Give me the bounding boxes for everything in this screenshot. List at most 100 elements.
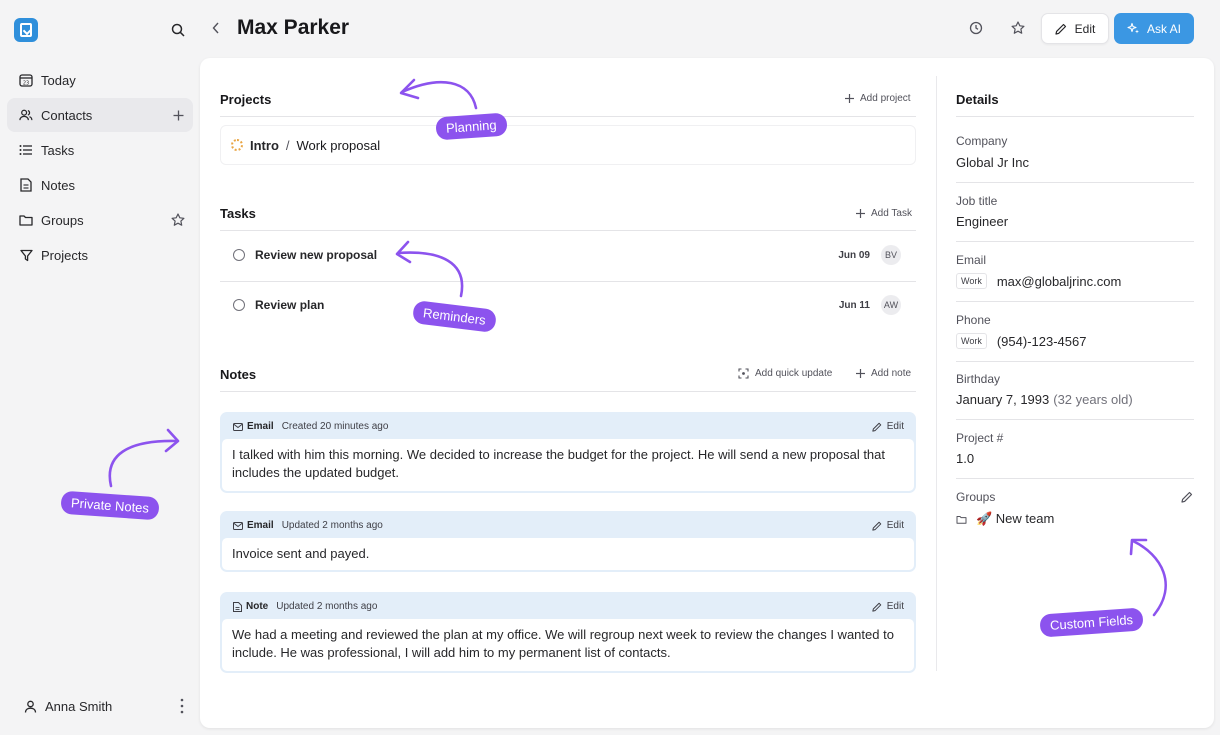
email-value: max@globaljrinc.com: [996, 273, 1122, 289]
divider: [956, 419, 1194, 420]
note-card[interactable]: Note Updated 2 months ago Edit We had a …: [220, 592, 916, 673]
sidebar-item-contacts[interactable]: Contacts: [7, 98, 193, 132]
edit-button-label: Edit: [1074, 21, 1096, 36]
folder-icon: [956, 515, 967, 524]
task-label: Review new proposal: [255, 248, 378, 262]
star-icon[interactable]: [1008, 18, 1028, 38]
divider: [956, 301, 1194, 302]
avatar[interactable]: AW: [881, 295, 901, 315]
add-note-label: Add note: [871, 368, 912, 379]
email-type-tag: Work: [956, 273, 987, 289]
task-checkbox[interactable]: [233, 249, 245, 261]
ask-ai-button[interactable]: Ask AI: [1114, 13, 1194, 44]
project-item[interactable]: Intro / Work proposal: [220, 125, 916, 165]
add-project-button[interactable]: Add project: [845, 93, 911, 104]
projects-title: Projects: [220, 92, 272, 107]
email-field[interactable]: Work max@globaljrinc.com: [956, 273, 1121, 289]
tasks-title: Tasks: [220, 206, 256, 221]
project-number-value[interactable]: 1.0: [956, 451, 974, 466]
sidebar-item-tasks[interactable]: Tasks: [7, 133, 193, 167]
birthday-value: January 7, 1993: [956, 392, 1050, 407]
task-due-date: Jun 09: [838, 249, 870, 261]
note-meta: Updated 2 months ago: [276, 601, 378, 612]
history-icon[interactable]: [966, 18, 986, 38]
plus-icon[interactable]: [171, 108, 185, 122]
scan-icon: [738, 368, 749, 379]
company-label: Company: [956, 134, 1008, 148]
group-item[interactable]: 🚀 New team: [956, 511, 1054, 527]
project-number-label: Project #: [956, 431, 1004, 445]
divider: [956, 241, 1194, 242]
company-value[interactable]: Global Jr Inc: [956, 155, 1029, 170]
birthday-label: Birthday: [956, 372, 1001, 386]
pencil-icon: [872, 422, 882, 432]
job-title-value[interactable]: Engineer: [956, 214, 1008, 229]
task-row[interactable]: Review plan Jun 11 AW: [220, 280, 916, 330]
note-meta: Updated 2 months ago: [281, 520, 383, 531]
mail-icon: [233, 422, 243, 431]
project-parent: Intro: [250, 137, 279, 153]
task-checkbox[interactable]: [233, 299, 245, 311]
note-card[interactable]: Email Updated 2 months ago Edit Invoice …: [220, 511, 916, 572]
note-header: Note Updated 2 months ago Edit: [222, 594, 914, 619]
pencil-icon: [872, 602, 882, 612]
sidebar-item-projects[interactable]: Projects: [7, 238, 193, 272]
sidebar-item-label: Contacts: [41, 107, 93, 123]
calendar-icon: 23: [19, 73, 33, 87]
sidebar-nav: 23 Today Contacts Tasks Notes Groups Pro…: [7, 63, 193, 273]
breadcrumb-separator: /: [285, 137, 290, 153]
birthday-field[interactable]: January 7, 1993 (32 years old): [956, 392, 1133, 407]
phone-field[interactable]: Work (954)-123-4567: [956, 333, 1086, 349]
note-edit-button[interactable]: Edit: [872, 520, 904, 531]
job-title-label: Job title: [956, 194, 998, 208]
users-icon: [19, 108, 33, 122]
user-icon: [24, 700, 37, 713]
pencil-icon[interactable]: [1180, 490, 1194, 504]
document-icon: [233, 601, 242, 612]
chevron-left-icon[interactable]: [208, 20, 224, 36]
note-edit-label: Edit: [886, 601, 904, 612]
avatar[interactable]: BV: [881, 245, 901, 265]
mail-icon: [233, 521, 243, 530]
note-body: Invoice sent and payed.: [222, 538, 914, 570]
add-quick-update-label: Add quick update: [755, 368, 833, 379]
divider: [956, 116, 1194, 117]
note-edit-label: Edit: [886, 520, 904, 531]
note-edit-button[interactable]: Edit: [872, 601, 904, 612]
page-title: Max Parker: [237, 16, 350, 39]
pencil-icon: [872, 521, 882, 531]
sidebar: 23 Today Contacts Tasks Notes Groups Pro…: [0, 0, 200, 735]
project-name: Work proposal: [296, 137, 381, 153]
add-task-button[interactable]: Add Task: [856, 208, 912, 219]
add-project-label: Add project: [860, 93, 911, 104]
note-header: Email Updated 2 months ago Edit: [222, 513, 914, 538]
note-edit-button[interactable]: Edit: [872, 421, 904, 432]
ask-ai-label: Ask AI: [1146, 21, 1181, 36]
notes-title: Notes: [220, 367, 257, 382]
search-icon[interactable]: [168, 20, 188, 40]
note-kind: Note: [246, 601, 269, 612]
task-label: Review plan: [255, 298, 325, 312]
note-body: I talked with him this morning. We decid…: [222, 439, 914, 491]
add-quick-update-button[interactable]: Add quick update: [738, 368, 832, 379]
task-row[interactable]: Review new proposal Jun 09 BV: [220, 230, 916, 280]
sidebar-item-label: Notes: [41, 177, 75, 193]
filter-icon: [19, 248, 33, 262]
sidebar-item-today[interactable]: 23 Today: [7, 63, 193, 97]
sidebar-item-label: Tasks: [41, 142, 75, 158]
app-logo-icon[interactable]: [14, 18, 38, 42]
note-edit-label: Edit: [886, 421, 904, 432]
edit-button[interactable]: Edit: [1041, 13, 1109, 44]
add-note-button[interactable]: Add note: [856, 368, 911, 379]
plus-icon: [845, 94, 854, 103]
sidebar-item-notes[interactable]: Notes: [7, 168, 193, 202]
more-vertical-icon[interactable]: [180, 698, 184, 717]
plus-icon: [856, 209, 865, 218]
sidebar-item-label: Groups: [41, 212, 84, 228]
sidebar-item-groups[interactable]: Groups: [7, 203, 193, 237]
divider: [220, 116, 916, 117]
user-menu[interactable]: Anna Smith: [24, 694, 184, 718]
star-icon[interactable]: [171, 213, 185, 227]
document-icon: [19, 178, 33, 192]
note-card[interactable]: Email Created 20 minutes ago Edit I talk…: [220, 412, 916, 493]
